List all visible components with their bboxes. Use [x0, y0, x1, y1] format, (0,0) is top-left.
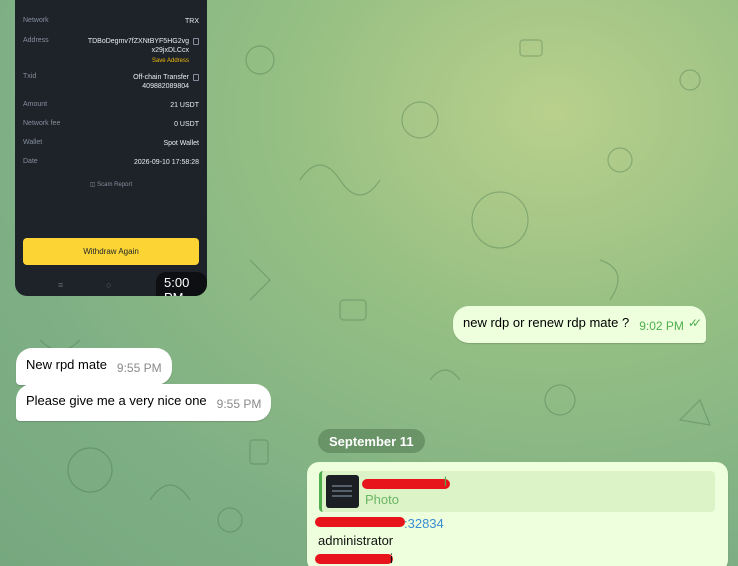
- amount-value: 21 USDT: [170, 102, 199, 109]
- reply-quote[interactable]: l Photo: [319, 471, 715, 512]
- network-value: TRX: [185, 18, 199, 25]
- address-value-line2: x29jxDLCcx: [151, 47, 189, 54]
- network-fee-label: Network fee: [23, 120, 61, 127]
- network-label: Network: [23, 17, 49, 24]
- message-outgoing-reply[interactable]: l Photo :32834 administrator i: [307, 462, 728, 566]
- txid-value-line1: Off-chain Transfer: [133, 74, 189, 81]
- image-timestamp: 5:00 PM: [156, 272, 207, 296]
- date-value: 2026-09-10 17:58:28: [134, 159, 199, 166]
- txid-value-line2: 409882089804: [142, 83, 189, 90]
- scam-report-link: ◫ Scam Report: [15, 181, 207, 188]
- message-text: new rdp or renew rdp mate ?: [463, 315, 630, 330]
- withdrawal-screenshot-image[interactable]: Network TRX Address TDBoDegmv7fZXNtBYF5H…: [15, 0, 207, 296]
- network-fee-value: 0 USDT: [174, 121, 199, 128]
- redacted-host: [315, 517, 405, 527]
- message-time: 9:55 PM: [216, 397, 262, 411]
- address-label: Address: [23, 37, 49, 44]
- message-text: New rpd mate: [26, 357, 107, 372]
- txid-row: Txid Off-chain Transfer 409882089804: [23, 73, 199, 93]
- wallet-label: Wallet: [23, 139, 43, 146]
- copy-icon: [193, 74, 199, 81]
- wallet-value: Spot Wallet: [163, 140, 199, 147]
- address-row: Address TDBoDegmv7fZXNtBYF5HG2vg x29jxDL…: [23, 37, 199, 67]
- txid-label: Txid: [23, 73, 37, 80]
- message-time: 9:55 PM: [116, 361, 162, 375]
- redacted-sender-name: [362, 479, 450, 489]
- double-check-icon: ✓✓: [687, 316, 702, 330]
- reply-type-label: Photo: [365, 492, 399, 507]
- password-tail: i: [390, 551, 393, 566]
- amount-label: Amount: [23, 101, 48, 108]
- redacted-password: [315, 554, 393, 564]
- date-label: Date: [23, 158, 38, 165]
- host-port-link[interactable]: :32834: [404, 516, 444, 531]
- menu-icon: ≡: [58, 280, 64, 290]
- message-incoming[interactable]: New rpd mate 9:55 PM: [16, 348, 172, 385]
- message-outgoing[interactable]: new rdp or renew rdp mate ? 9:02 PM ✓✓: [453, 306, 707, 343]
- username-text: administrator: [318, 533, 394, 548]
- message-time: 9:02 PM: [639, 319, 684, 333]
- message-text: Please give me a very nice one: [26, 393, 207, 408]
- address-value-line1: TDBoDegmv7fZXNtBYF5HG2vg: [87, 38, 189, 45]
- date-separator: September 11: [318, 429, 425, 453]
- save-address-link: Save Address: [151, 58, 189, 64]
- withdraw-again-button: Withdraw Again: [23, 238, 199, 265]
- photo-thumbnail: [326, 475, 359, 508]
- scam-report-label: Scam Report: [97, 182, 133, 188]
- reply-sender-tail: l: [444, 474, 447, 489]
- copy-icon: [193, 38, 199, 45]
- message-incoming[interactable]: Please give me a very nice one 9:55 PM: [16, 384, 272, 421]
- home-circle-icon: ○: [106, 280, 112, 290]
